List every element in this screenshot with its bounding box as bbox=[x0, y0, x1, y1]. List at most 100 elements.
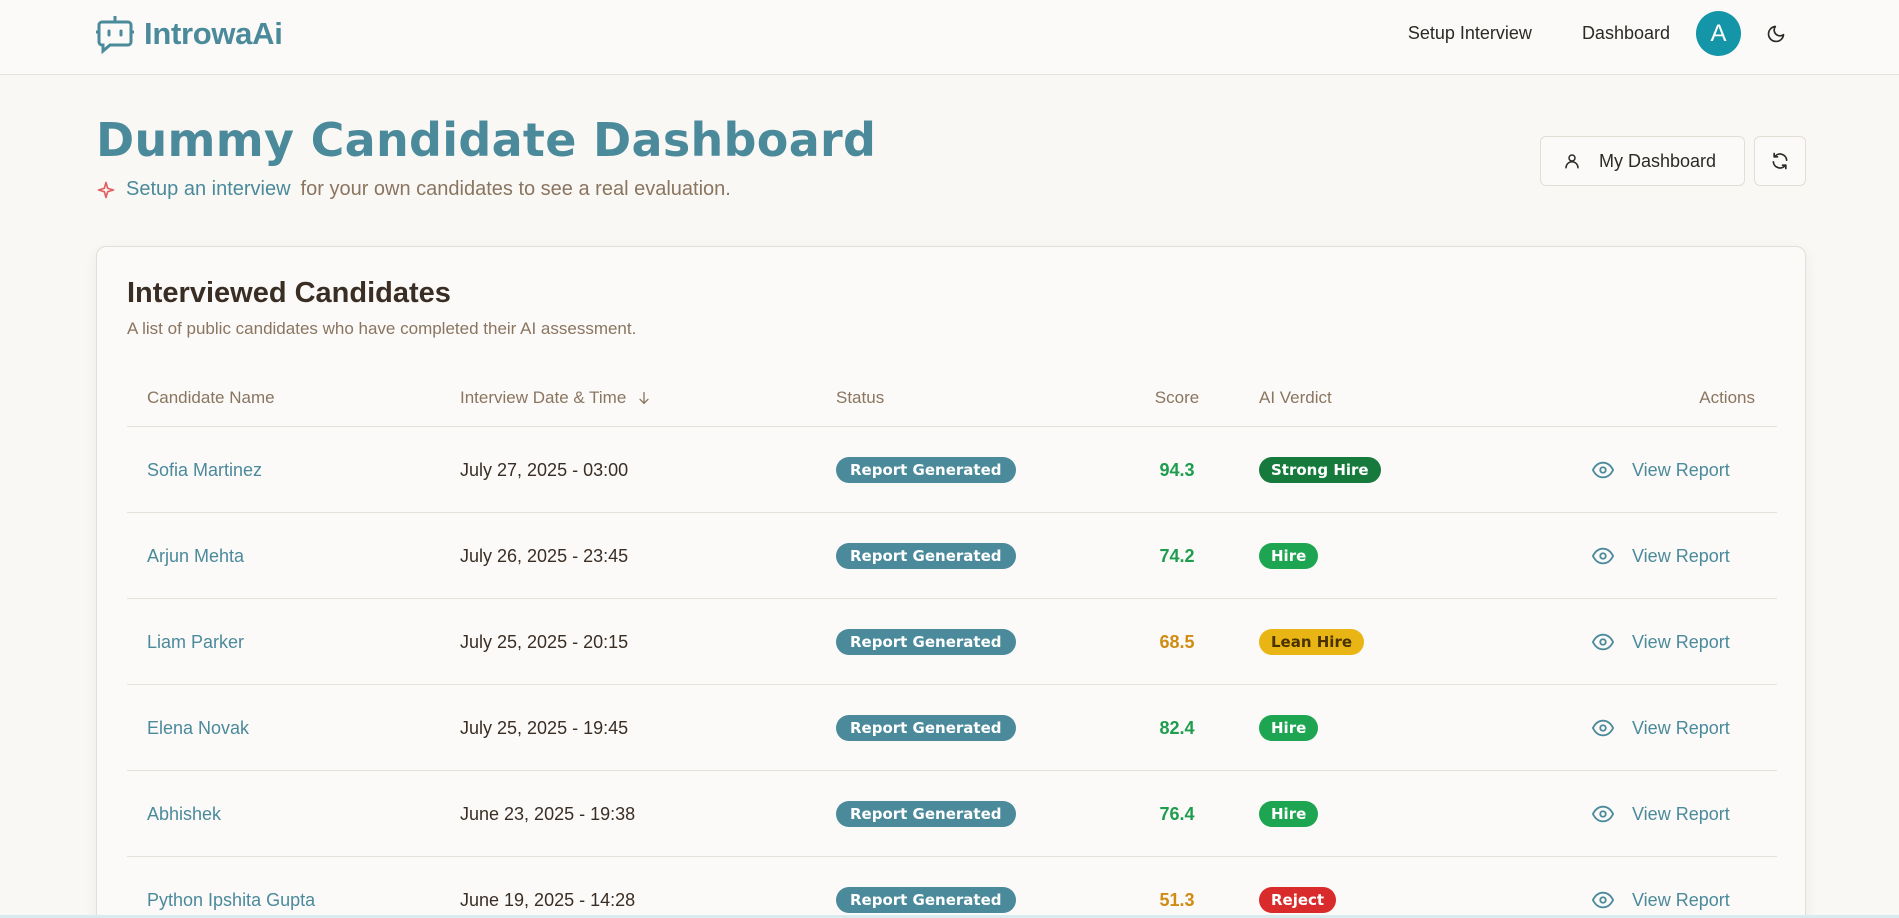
verdict-cell: Hire bbox=[1259, 513, 1319, 599]
my-dashboard-button[interactable]: My Dashboard bbox=[1540, 136, 1745, 186]
verdict-badge: Hire bbox=[1259, 543, 1319, 569]
col-status[interactable]: Status bbox=[836, 388, 884, 408]
view-report-label: View Report bbox=[1632, 545, 1730, 566]
status-cell: Report Generated bbox=[836, 599, 1016, 685]
candidate-name[interactable]: Python Ipshita Gupta bbox=[147, 857, 315, 918]
verdict-cell: Reject bbox=[1259, 857, 1337, 918]
view-report-label: View Report bbox=[1632, 889, 1730, 910]
col-interview-date[interactable]: Interview Date & Time bbox=[460, 388, 652, 408]
verdict-badge: Reject bbox=[1259, 887, 1337, 913]
candidate-name[interactable]: Liam Parker bbox=[147, 599, 244, 685]
brand-name: IntrowaAi bbox=[144, 16, 283, 51]
main-nav: Setup Interview Dashboard A bbox=[1408, 11, 1789, 56]
verdict-cell: Hire bbox=[1259, 771, 1319, 857]
interview-date: June 19, 2025 - 14:28 bbox=[460, 889, 636, 910]
moon-icon bbox=[1767, 25, 1785, 42]
view-report-link[interactable]: View Report bbox=[1592, 857, 1730, 918]
user-icon bbox=[1565, 154, 1579, 169]
candidates-table: Candidate Name Interview Date & Time Sta… bbox=[127, 367, 1777, 918]
top-navbar: IntrowaAi Setup Interview Dashboard A bbox=[0, 0, 1899, 75]
status-badge: Report Generated bbox=[836, 457, 1016, 483]
eye-icon bbox=[1592, 805, 1614, 823]
candidate-name[interactable]: Elena Novak bbox=[147, 685, 249, 771]
table-row: Sofia Martinez July 27, 2025 - 03:00 Repor… bbox=[127, 427, 1777, 513]
table-row: Arjun Mehta July 26, 2025 - 23:45 Report G… bbox=[127, 513, 1777, 599]
view-report-link[interactable]: View Report bbox=[1592, 771, 1730, 857]
score-value: 94.3 bbox=[1159, 459, 1195, 480]
col-score[interactable]: Score bbox=[1147, 388, 1207, 408]
view-report-link[interactable]: View Report bbox=[1592, 427, 1730, 513]
eye-icon bbox=[1592, 633, 1614, 651]
subtitle-text: for your own candidates to see a real ev… bbox=[300, 178, 731, 200]
theme-toggle[interactable] bbox=[1763, 21, 1789, 47]
page-subtitle: Setup an interview for your own candidat… bbox=[96, 178, 731, 201]
view-report-link[interactable]: View Report bbox=[1592, 685, 1730, 771]
score-value: 51.3 bbox=[1159, 889, 1195, 910]
status-cell: Report Generated bbox=[836, 771, 1016, 857]
status-badge: Report Generated bbox=[836, 629, 1016, 655]
table-body: Sofia Martinez July 27, 2025 - 03:00 Repor… bbox=[127, 427, 1777, 918]
view-report-label: View Report bbox=[1632, 459, 1730, 480]
view-report-link[interactable]: View Report bbox=[1592, 599, 1730, 685]
eye-icon bbox=[1592, 547, 1614, 565]
interview-date: June 23, 2025 - 19:38 bbox=[460, 803, 636, 824]
candidate-name[interactable]: Abhishek bbox=[147, 771, 221, 857]
sparkle-icon bbox=[97, 181, 115, 198]
card-title: Interviewed Candidates bbox=[127, 277, 451, 309]
refresh-button[interactable] bbox=[1754, 136, 1806, 186]
status-cell: Report Generated bbox=[836, 857, 1016, 918]
nav-dashboard[interactable]: Dashboard bbox=[1582, 23, 1670, 44]
table-row: Abhishek June 23, 2025 - 19:38 Report Gene… bbox=[127, 771, 1777, 857]
view-report-label: View Report bbox=[1632, 717, 1730, 738]
card-description: A list of public candidates who have com… bbox=[127, 319, 637, 338]
score-value: 76.4 bbox=[1159, 803, 1195, 824]
bot-chat-icon bbox=[96, 16, 134, 54]
col-actions: Actions bbox=[1699, 388, 1755, 407]
candidate-name[interactable]: Arjun Mehta bbox=[147, 513, 244, 599]
status-cell: Report Generated bbox=[836, 427, 1016, 513]
setup-interview-link[interactable]: Setup an interview bbox=[126, 178, 291, 201]
table-row: Liam Parker July 25, 2025 - 20:15 Report G… bbox=[127, 599, 1777, 685]
table-row: Python Ipshita Gupta June 19, 2025 - 14:2… bbox=[127, 857, 1777, 918]
eye-icon bbox=[1592, 719, 1614, 737]
view-report-label: View Report bbox=[1632, 631, 1730, 652]
eye-icon bbox=[1592, 461, 1614, 479]
verdict-badge: Hire bbox=[1259, 801, 1319, 827]
score-value: 68.5 bbox=[1159, 631, 1195, 652]
verdict-cell: Strong Hire bbox=[1259, 427, 1381, 513]
col-ai-verdict[interactable]: AI Verdict bbox=[1259, 388, 1332, 408]
view-report-link[interactable]: View Report bbox=[1592, 513, 1730, 599]
verdict-badge: Strong Hire bbox=[1259, 457, 1381, 483]
status-badge: Report Generated bbox=[836, 887, 1016, 913]
status-badge: Report Generated bbox=[836, 801, 1016, 827]
score-value: 74.2 bbox=[1159, 545, 1195, 566]
verdict-cell: Hire bbox=[1259, 685, 1319, 771]
interview-date: July 25, 2025 - 19:45 bbox=[460, 717, 629, 738]
interview-date: July 27, 2025 - 03:00 bbox=[460, 459, 629, 480]
candidates-card: Interviewed Candidates A list of public … bbox=[96, 246, 1806, 918]
interview-date: July 26, 2025 - 23:45 bbox=[460, 545, 629, 566]
candidate-name[interactable]: Sofia Martinez bbox=[147, 427, 262, 513]
eye-icon bbox=[1592, 891, 1614, 909]
score-value: 82.4 bbox=[1159, 717, 1195, 738]
status-badge: Report Generated bbox=[836, 715, 1016, 741]
status-badge: Report Generated bbox=[836, 543, 1016, 569]
col-interview-date-label: Interview Date & Time bbox=[460, 388, 627, 407]
avatar[interactable]: A bbox=[1696, 11, 1741, 56]
refresh-icon bbox=[1772, 152, 1788, 170]
page-title: Dummy Candidate Dashboard bbox=[96, 113, 877, 167]
status-cell: Report Generated bbox=[836, 513, 1016, 599]
col-candidate-name[interactable]: Candidate Name bbox=[147, 388, 275, 408]
verdict-cell: Lean Hire bbox=[1259, 599, 1365, 685]
interview-date: July 25, 2025 - 20:15 bbox=[460, 631, 629, 652]
verdict-badge: Lean Hire bbox=[1259, 629, 1365, 655]
table-header: Candidate Name Interview Date & Time Sta… bbox=[127, 367, 1777, 427]
brand-logo[interactable]: IntrowaAi bbox=[96, 14, 283, 54]
verdict-badge: Hire bbox=[1259, 715, 1319, 741]
status-cell: Report Generated bbox=[836, 685, 1016, 771]
view-report-label: View Report bbox=[1632, 803, 1730, 824]
nav-setup-interview[interactable]: Setup Interview bbox=[1408, 23, 1532, 44]
arrow-down-icon bbox=[639, 392, 649, 405]
my-dashboard-label: My Dashboard bbox=[1599, 150, 1717, 171]
table-row: Elena Novak July 25, 2025 - 19:45 Report G… bbox=[127, 685, 1777, 771]
